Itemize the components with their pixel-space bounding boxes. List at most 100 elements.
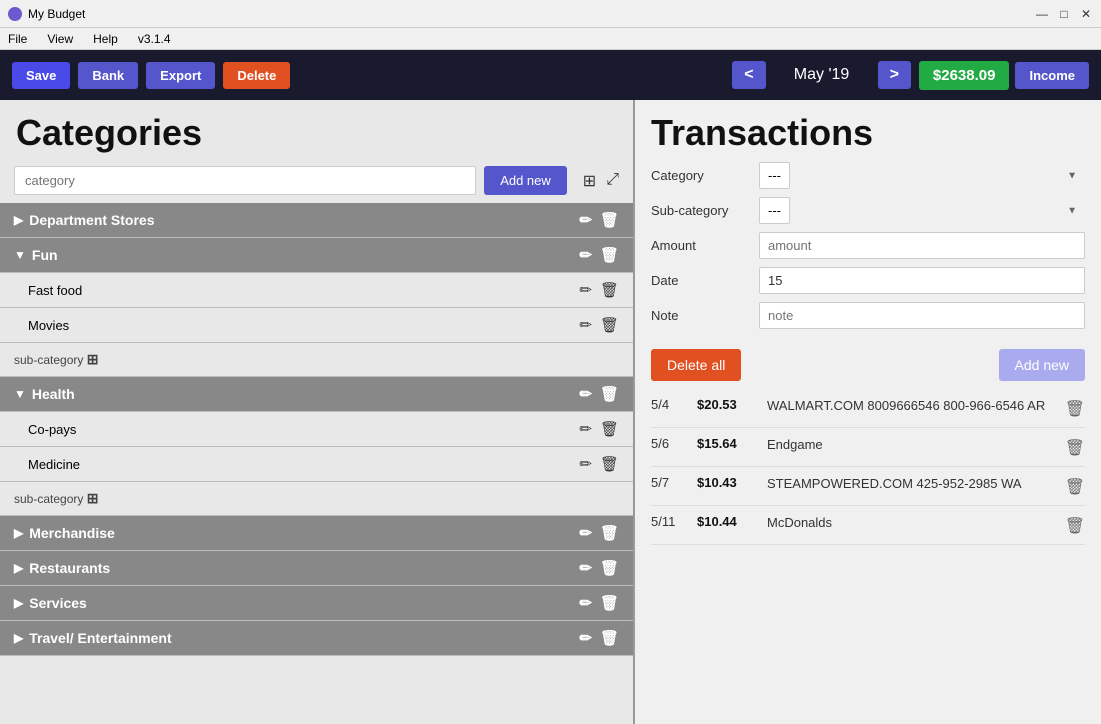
app-title: My Budget (28, 7, 85, 21)
save-button[interactable]: Save (12, 62, 70, 89)
list-item[interactable]: ▼ Health ✏ 🗑 (0, 377, 633, 412)
delete-transaction-icon[interactable]: 🗑 (1065, 516, 1085, 536)
amount-label: Amount (651, 238, 751, 253)
delete-icon[interactable]: 🗑 (600, 594, 619, 612)
edit-icon[interactable]: ✏ (579, 211, 592, 229)
prev-month-button[interactable]: < (732, 61, 765, 89)
delete-icon[interactable]: 🗑 (600, 455, 619, 473)
menu-bar: File View Help v3.1.4 (0, 28, 1101, 50)
subcategory-select-wrapper: --- (759, 197, 1085, 224)
list-item[interactable]: Movies ✏ 🗑 (0, 308, 633, 343)
delete-icon[interactable]: 🗑 (600, 420, 619, 438)
delete-transaction-icon[interactable]: 🗑 (1065, 399, 1085, 419)
app-icon (8, 7, 22, 21)
category-select[interactable]: --- (759, 162, 790, 189)
collapse-arrow: ▶ (14, 213, 23, 227)
delete-icon[interactable]: 🗑 (600, 559, 619, 577)
maximize-button[interactable]: □ (1057, 7, 1071, 21)
date-input[interactable] (759, 267, 1085, 294)
category-actions: ✏ 🗑 (579, 281, 619, 299)
add-transaction-button[interactable]: Add new (999, 349, 1085, 381)
window-controls[interactable]: — □ ✕ (1035, 7, 1093, 21)
amount-input[interactable] (759, 232, 1085, 259)
grid-icon[interactable]: ⊞ (583, 171, 596, 191)
category-actions: ✏ 🗑 (579, 524, 619, 542)
transaction-actions: Delete all Add new (635, 345, 1101, 389)
income-button[interactable]: Income (1015, 62, 1089, 89)
next-month-button[interactable]: > (878, 61, 911, 89)
collapse-arrow: ▶ (14, 561, 23, 575)
subcategory-name: Movies (28, 318, 579, 333)
list-item[interactable]: ▶ Services ✏ 🗑 (0, 586, 633, 621)
menu-view[interactable]: View (43, 30, 77, 48)
transaction-date: 5/6 (651, 436, 687, 451)
table-row[interactable]: 5/11 $10.44 McDonalds 🗑 (651, 506, 1085, 545)
delete-button[interactable]: Delete (223, 62, 290, 89)
table-row[interactable]: 5/7 $10.43 STEAMPOWERED.COM 425-952-2985… (651, 467, 1085, 506)
bank-button[interactable]: Bank (78, 62, 138, 89)
edit-icon[interactable]: ✏ (579, 385, 592, 403)
category-name: Travel/ Entertainment (29, 630, 579, 646)
note-input[interactable] (759, 302, 1085, 329)
delete-transaction-icon[interactable]: 🗑 (1065, 477, 1085, 497)
delete-icon[interactable]: 🗑 (600, 211, 619, 229)
category-name: Department Stores (29, 212, 579, 228)
collapse-arrow: ▼ (14, 387, 26, 401)
add-subcategory-row[interactable]: sub-category ⊞ (0, 343, 633, 377)
list-item[interactable]: Medicine ✏ 🗑 (0, 447, 633, 482)
edit-icon[interactable]: ✏ (579, 524, 592, 542)
table-row[interactable]: 5/6 $15.64 Endgame 🗑 (651, 428, 1085, 467)
delete-transaction-icon[interactable]: 🗑 (1065, 438, 1085, 458)
subcategory-select[interactable]: --- (759, 197, 790, 224)
category-search-input[interactable] (14, 166, 476, 195)
collapse-arrow: ▶ (14, 526, 23, 540)
edit-icon[interactable]: ✏ (579, 246, 592, 264)
list-item[interactable]: ▶ Merchandise ✏ 🗑 (0, 516, 633, 551)
categories-title: Categories (0, 100, 633, 162)
toolbar: Save Bank Export Delete < May '19 > $263… (0, 50, 1101, 100)
category-row: Category --- (651, 162, 1085, 189)
transaction-amount: $10.43 (697, 475, 757, 490)
delete-icon[interactable]: 🗑 (600, 629, 619, 647)
list-item[interactable]: ▼ Fun ✏ 🗑 (0, 238, 633, 273)
add-category-button[interactable]: Add new (484, 166, 567, 195)
table-row[interactable]: 5/4 $20.53 WALMART.COM 8009666546 800-96… (651, 389, 1085, 428)
delete-icon[interactable]: 🗑 (600, 246, 619, 264)
note-row: Note (651, 302, 1085, 329)
delete-icon[interactable]: 🗑 (600, 385, 619, 403)
edit-icon[interactable]: ✏ (579, 594, 592, 612)
category-actions: ✏ 🗑 (579, 246, 619, 264)
categories-panel: Categories Add new ⊞ ⤢ ▶ Department Stor… (0, 100, 635, 724)
subcategory-name: Co-pays (28, 422, 579, 437)
date-label: Date (651, 273, 751, 288)
title-bar-left: My Budget (8, 7, 85, 21)
transaction-date: 5/11 (651, 514, 687, 529)
edit-icon[interactable]: ✏ (579, 455, 592, 473)
minimize-button[interactable]: — (1035, 7, 1049, 21)
edit-icon[interactable]: ✏ (579, 316, 592, 334)
subcategory-row: Sub-category --- (651, 197, 1085, 224)
close-button[interactable]: ✕ (1079, 7, 1093, 21)
export-button[interactable]: Export (146, 62, 215, 89)
edit-icon[interactable]: ✏ (579, 559, 592, 577)
category-actions: ✏ 🗑 (579, 594, 619, 612)
menu-help[interactable]: Help (89, 30, 122, 48)
edit-icon[interactable]: ✏ (579, 281, 592, 299)
total-amount-button[interactable]: $2638.09 (919, 61, 1010, 90)
edit-icon[interactable]: ✏ (579, 420, 592, 438)
delete-icon[interactable]: 🗑 (600, 524, 619, 542)
list-item[interactable]: Fast food ✏ 🗑 (0, 273, 633, 308)
add-subcategory-row[interactable]: sub-category ⊞ (0, 482, 633, 516)
list-item[interactable]: ▶ Department Stores ✏ 🗑 (0, 203, 633, 238)
expand-icon[interactable]: ⤢ (606, 171, 619, 191)
transaction-amount: $15.64 (697, 436, 757, 451)
category-select-wrapper: --- (759, 162, 1085, 189)
edit-icon[interactable]: ✏ (579, 629, 592, 647)
delete-icon[interactable]: 🗑 (600, 316, 619, 334)
list-item[interactable]: ▶ Travel/ Entertainment ✏ 🗑 (0, 621, 633, 656)
list-item[interactable]: ▶ Restaurants ✏ 🗑 (0, 551, 633, 586)
delete-all-button[interactable]: Delete all (651, 349, 741, 381)
delete-icon[interactable]: 🗑 (600, 281, 619, 299)
list-item[interactable]: Co-pays ✏ 🗑 (0, 412, 633, 447)
menu-file[interactable]: File (4, 30, 31, 48)
